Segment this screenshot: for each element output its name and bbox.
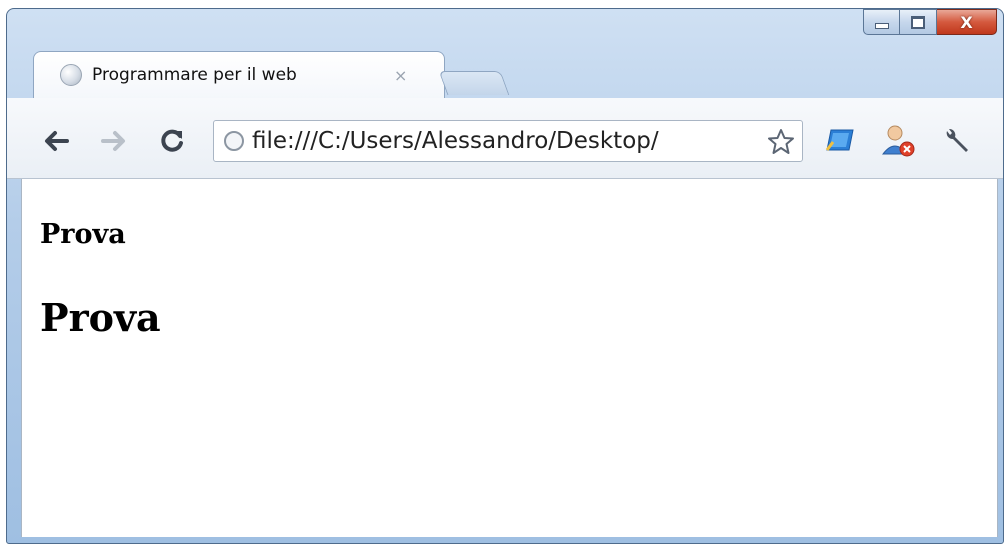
new-tab-button[interactable] <box>438 71 510 95</box>
close-button[interactable]: X <box>937 9 997 35</box>
heading-small: Prova <box>40 219 126 250</box>
maximize-icon <box>911 15 925 29</box>
minimize-icon <box>874 23 889 29</box>
back-button[interactable] <box>41 126 71 156</box>
forward-arrow-icon <box>101 131 125 151</box>
address-bar[interactable]: file:///C:/Users/Alessandro/Desktop/ <box>213 120 803 162</box>
extension-icon[interactable] <box>825 128 855 152</box>
page-content: Prova Prova <box>21 179 998 537</box>
window-controls: X <box>863 9 997 35</box>
back-arrow-icon <box>45 131 69 151</box>
user-icon[interactable] <box>881 124 917 158</box>
tab-title: Programmare per il web <box>92 65 297 85</box>
close-icon: X <box>960 12 973 32</box>
url-text[interactable]: file:///C:/Users/Alessandro/Desktop/ <box>252 128 742 154</box>
star-icon[interactable] <box>766 127 796 157</box>
heading-large: Prova <box>40 295 161 340</box>
wrench-icon[interactable] <box>941 126 971 156</box>
maximize-button[interactable] <box>900 9 937 35</box>
page-icon <box>224 131 244 151</box>
browser-window: X Programmare per il web × file:///C:/Us… <box>6 8 1004 544</box>
tab-active[interactable]: Programmare per il web × <box>33 51 445 99</box>
globe-icon <box>60 64 82 86</box>
reload-button[interactable] <box>157 126 187 156</box>
toolbar: file:///C:/Users/Alessandro/Desktop/ <box>7 98 1003 179</box>
tab-close-icon[interactable]: × <box>394 66 407 85</box>
minimize-button[interactable] <box>863 9 900 35</box>
forward-button[interactable] <box>99 126 129 156</box>
reload-icon <box>161 129 183 152</box>
